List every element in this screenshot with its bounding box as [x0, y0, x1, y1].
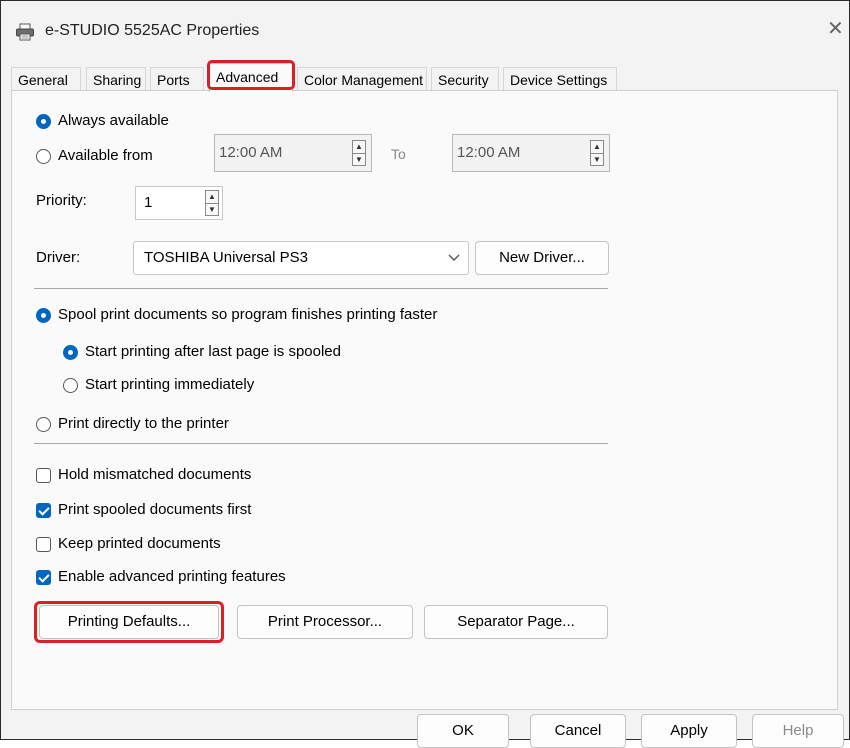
from-time-spinner[interactable]: ▲ ▼: [352, 140, 366, 166]
hold-mismatched-label: Hold mismatched documents: [58, 466, 252, 483]
tab-color-management[interactable]: Color Management: [297, 67, 427, 91]
separator-page-button[interactable]: Separator Page...: [424, 605, 608, 639]
print-directly-radio[interactable]: [36, 417, 51, 432]
tab-security[interactable]: Security: [431, 67, 499, 91]
keep-printed-checkbox[interactable]: [36, 537, 51, 552]
always-available-radio[interactable]: [36, 114, 51, 129]
chevron-down-icon: [448, 242, 460, 284]
print-spooled-first-checkbox[interactable]: [36, 503, 51, 518]
print-processor-button[interactable]: Print Processor...: [237, 605, 413, 639]
tab-device-settings[interactable]: Device Settings: [503, 67, 617, 91]
spin-down-icon[interactable]: ▼: [206, 204, 218, 216]
tab-ports[interactable]: Ports: [150, 67, 204, 91]
tab-sharing[interactable]: Sharing: [86, 67, 146, 91]
spin-up-icon[interactable]: ▲: [353, 141, 365, 154]
to-time-spinner[interactable]: ▲ ▼: [590, 140, 604, 166]
divider: [34, 288, 608, 289]
hold-mismatched-checkbox[interactable]: [36, 468, 51, 483]
tab-general[interactable]: General: [11, 67, 81, 91]
cancel-button[interactable]: Cancel: [530, 714, 626, 748]
driver-value: TOSHIBA Universal PS3: [144, 249, 308, 266]
window-title: e-STUDIO 5525AC Properties: [45, 22, 260, 39]
keep-printed-label: Keep printed documents: [58, 535, 221, 552]
spool-radio[interactable]: [36, 308, 51, 323]
print-directly-label: Print directly to the printer: [58, 415, 229, 432]
priority-value: 1: [144, 194, 153, 211]
priority-label: Priority:: [36, 192, 87, 209]
help-button[interactable]: Help: [752, 714, 844, 748]
advanced-tab-highlight: [207, 60, 295, 90]
driver-select[interactable]: TOSHIBA Universal PS3: [133, 241, 469, 275]
from-time-field[interactable]: 12:00 AM: [214, 134, 372, 172]
spool-label: Spool print documents so program finishe…: [58, 306, 438, 323]
tab-strip: General Sharing Ports Advanced Color Man…: [1, 63, 849, 92]
to-label: To: [391, 146, 406, 162]
enable-advanced-features-checkbox[interactable]: [36, 570, 51, 585]
spin-down-icon[interactable]: ▼: [353, 154, 365, 166]
printer-icon: [15, 23, 35, 41]
new-driver-button[interactable]: New Driver...: [475, 241, 609, 275]
driver-label: Driver:: [36, 249, 81, 266]
start-immediately-label: Start printing immediately: [85, 376, 255, 393]
from-time-value: 12:00 AM: [219, 144, 283, 161]
available-from-radio[interactable]: [36, 149, 51, 164]
spin-down-icon[interactable]: ▼: [591, 154, 603, 166]
to-time-value: 12:00 AM: [457, 144, 521, 161]
close-icon[interactable]: ✕: [827, 19, 844, 39]
available-from-label: Available from: [58, 147, 153, 164]
title-bar: e-STUDIO 5525AC Properties ✕: [1, 1, 849, 61]
print-spooled-first-label: Print spooled documents first: [58, 501, 252, 518]
divider: [34, 443, 608, 444]
always-available-label: Always available: [58, 112, 169, 129]
ok-button[interactable]: OK: [417, 714, 509, 748]
enable-advanced-features-label: Enable advanced printing features: [58, 568, 286, 585]
start-after-last-page-radio[interactable]: [63, 345, 78, 360]
spin-up-icon[interactable]: ▲: [591, 141, 603, 154]
apply-button[interactable]: Apply: [641, 714, 737, 748]
start-after-last-page-label: Start printing after last page is spoole…: [85, 343, 341, 360]
printing-defaults-highlight: [34, 601, 224, 643]
properties-window: e-STUDIO 5525AC Properties ✕ General Sha…: [0, 0, 850, 748]
priority-spinner[interactable]: ▲ ▼: [205, 190, 219, 216]
spin-up-icon[interactable]: ▲: [206, 191, 218, 204]
to-time-field[interactable]: 12:00 AM: [452, 134, 610, 172]
start-immediately-radio[interactable]: [63, 378, 78, 393]
